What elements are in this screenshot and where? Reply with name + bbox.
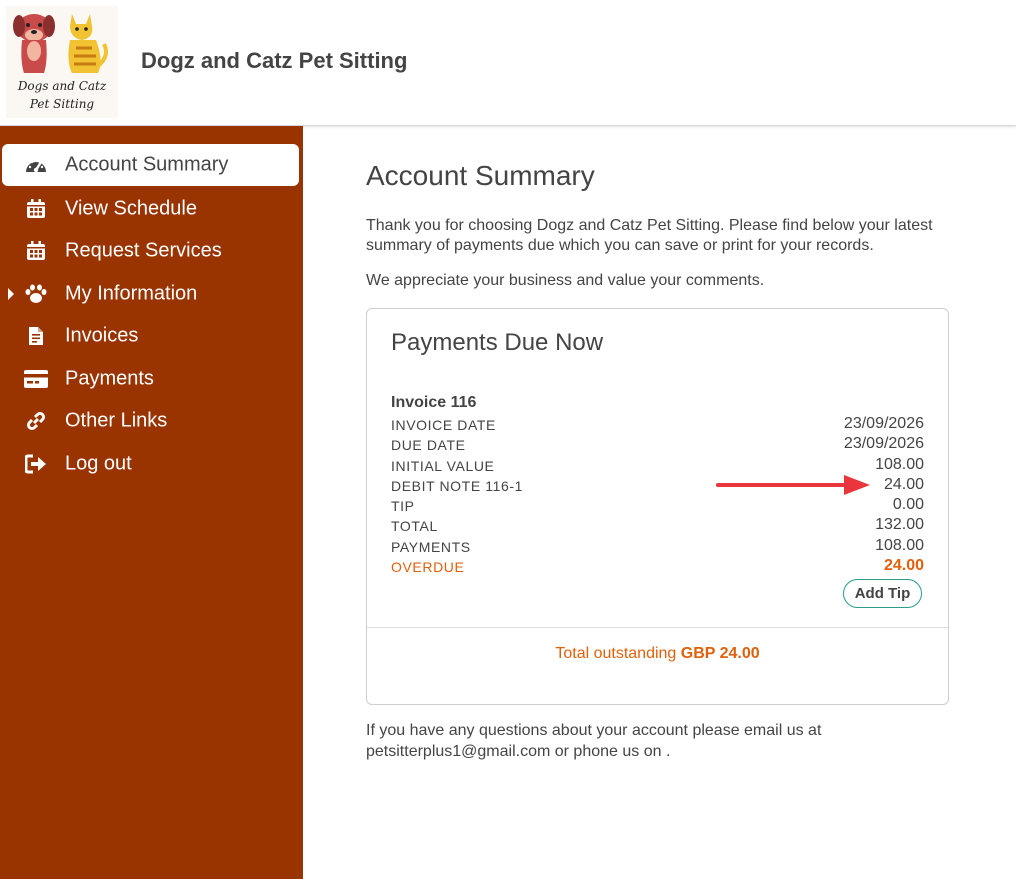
dashboard-icon bbox=[24, 154, 48, 176]
invoice-title: Invoice 116 bbox=[391, 394, 477, 411]
page-title: Account Summary bbox=[366, 160, 595, 191]
row-value: 108.00 bbox=[875, 536, 924, 554]
sidebar-item-view-schedule[interactable]: View Schedule bbox=[2, 187, 299, 230]
appreciation-text: We appreciate your business and value yo… bbox=[366, 272, 765, 289]
invoice-row-invoice-date: INVOICE DATE 23/09/2026 bbox=[391, 415, 924, 435]
sidebar-nav: Account Summary View Schedule Request Se… bbox=[0, 126, 303, 879]
row-label: INVOICE DATE bbox=[391, 417, 496, 433]
document-icon bbox=[24, 325, 48, 347]
row-label: INITIAL VALUE bbox=[391, 457, 495, 474]
card-title: Payments Due Now bbox=[391, 329, 604, 356]
sidebar-item-label: Other Links bbox=[65, 409, 168, 431]
row-label: DEBIT NOTE 116-1 bbox=[391, 477, 524, 494]
link-icon bbox=[24, 410, 48, 432]
sidebar-item-request-services[interactable]: Request Services bbox=[2, 229, 299, 272]
logo-text-line2: Pet Sitting bbox=[29, 97, 95, 111]
sign-out-icon bbox=[24, 453, 48, 475]
row-value: 24.00 bbox=[883, 557, 924, 575]
annotation-arrow-icon bbox=[716, 475, 870, 495]
row-label: TIP bbox=[391, 498, 415, 515]
total-outstanding: Total outstanding GBP 24.00 bbox=[367, 645, 948, 663]
sidebar-item-invoices[interactable]: Invoices bbox=[2, 314, 299, 357]
calendar-icon bbox=[24, 198, 48, 220]
sidebar-item-label: View Schedule bbox=[65, 197, 197, 219]
sidebar-item-label: Log out bbox=[65, 452, 132, 474]
row-value: 23/09/2026 bbox=[843, 435, 924, 453]
contact-note: If you have any questions about your acc… bbox=[366, 722, 822, 760]
row-value: 132.00 bbox=[875, 516, 924, 534]
sidebar-item-label: Account Summary bbox=[65, 153, 229, 176]
credit-card-icon bbox=[24, 368, 48, 390]
total-outstanding-value: GBP 24.00 bbox=[680, 645, 760, 662]
brand-name: Dogz and Catz Pet Sitting bbox=[141, 48, 408, 73]
card-divider bbox=[367, 627, 948, 628]
invoice-row-payments: PAYMENTS 108.00 bbox=[391, 537, 924, 557]
invoice-row-overdue: OVERDUE 24.00 bbox=[391, 557, 924, 577]
sidebar-item-label: Payments bbox=[65, 367, 154, 389]
total-outstanding-label: Total outstanding bbox=[555, 645, 677, 662]
brand-logo[interactable]: Dogs and Catz Pet Sitting bbox=[6, 6, 118, 118]
calendar-icon bbox=[24, 240, 48, 262]
sidebar-item-my-information[interactable]: My Information bbox=[2, 272, 299, 315]
invoice-row-tip: TIP 0.00 bbox=[391, 496, 924, 516]
sidebar-item-other-links[interactable]: Other Links bbox=[2, 399, 299, 442]
row-value: 0.00 bbox=[892, 496, 924, 514]
sidebar-item-label: Request Services bbox=[65, 239, 222, 261]
sidebar-item-log-out[interactable]: Log out bbox=[2, 442, 299, 485]
sidebar-item-account-summary[interactable]: Account Summary bbox=[2, 144, 299, 186]
sidebar-item-label: My Information bbox=[65, 282, 198, 304]
row-value: 108.00 bbox=[875, 455, 924, 473]
invoice-row-due-date: DUE DATE 23/09/2026 bbox=[391, 435, 924, 455]
row-value: 23/09/2026 bbox=[843, 415, 924, 432]
row-label: TOTAL bbox=[391, 518, 438, 535]
page-header: Dogs and Catz Pet Sitting Dogz and Catz … bbox=[0, 0, 1016, 126]
expand-caret-icon[interactable] bbox=[8, 287, 14, 300]
row-label: DUE DATE bbox=[391, 437, 466, 454]
add-tip-button[interactable]: Add Tip bbox=[843, 579, 922, 608]
sidebar-item-payments[interactable]: Payments bbox=[2, 357, 299, 400]
paw-icon bbox=[24, 283, 48, 305]
intro-text: Thank you for choosing Dogz and Catz Pet… bbox=[366, 217, 933, 254]
row-label: PAYMENTS bbox=[391, 538, 471, 555]
invoice-row-total: TOTAL 132.00 bbox=[391, 516, 924, 536]
row-label: OVERDUE bbox=[391, 559, 465, 576]
sidebar-item-label: Invoices bbox=[65, 324, 139, 346]
row-value: 24.00 bbox=[883, 475, 924, 493]
logo-text-line1: Dogs and Catz bbox=[17, 79, 107, 93]
payments-due-card: Payments Due Now Invoice 116 INVOICE DAT… bbox=[366, 308, 949, 705]
